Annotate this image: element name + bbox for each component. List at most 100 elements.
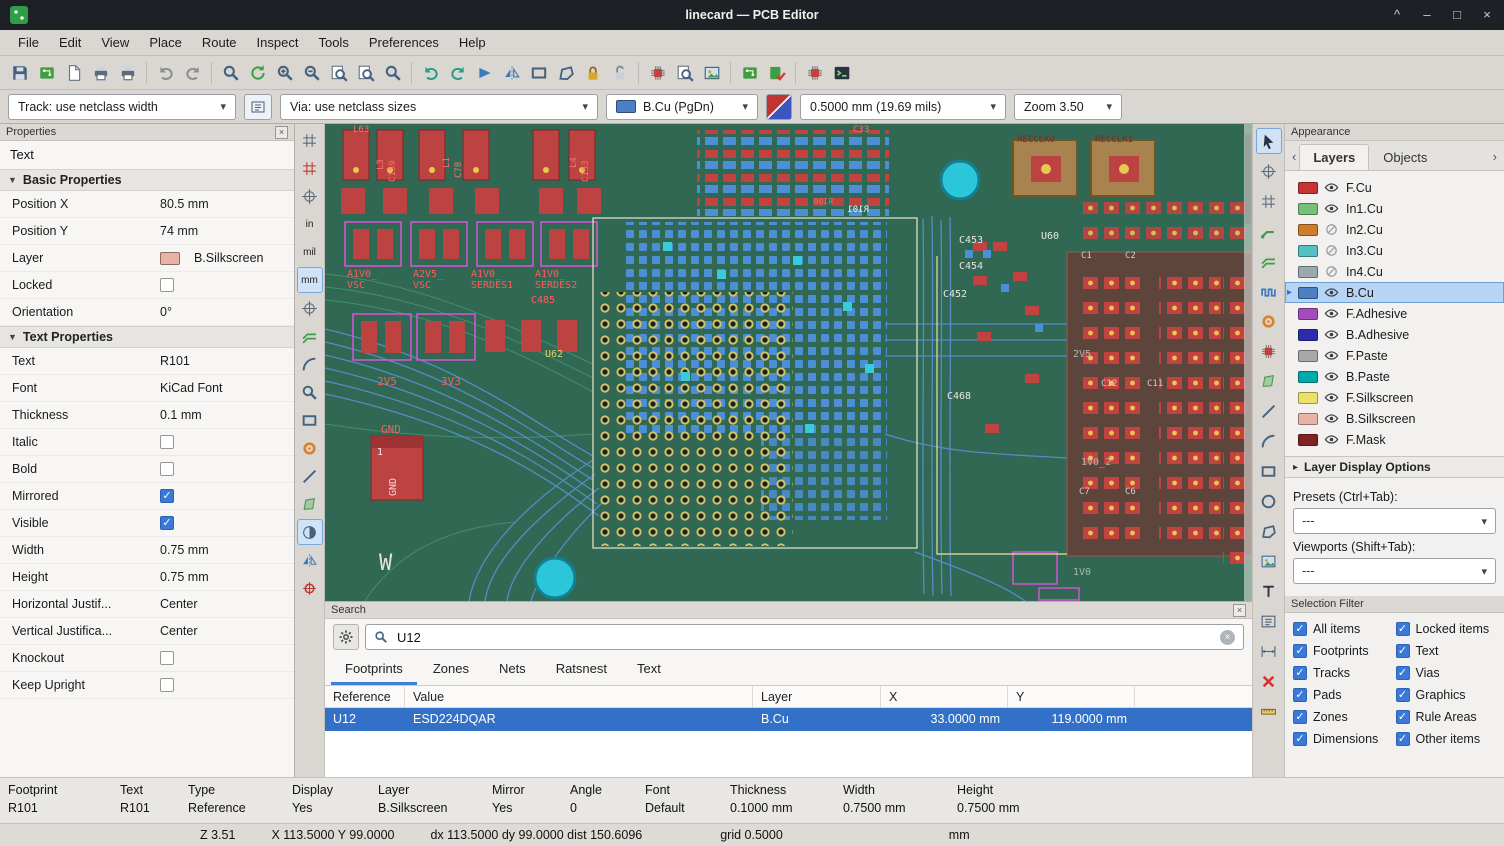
bold-checkbox[interactable]: [160, 462, 174, 476]
route-diff-pairs-button[interactable]: [1256, 248, 1282, 274]
layer-color-swatch[interactable]: [1298, 245, 1318, 257]
mirrored-checkbox[interactable]: [160, 489, 174, 503]
zoom-selection-button[interactable]: [379, 59, 406, 86]
checkbox[interactable]: [1396, 622, 1410, 636]
via-size-dropdown[interactable]: Via: use netclass sizes: [280, 94, 598, 120]
clear-search-icon[interactable]: [1220, 630, 1235, 645]
layer-color-swatch[interactable]: [1298, 329, 1318, 341]
layer-visibility-eye-icon[interactable]: [1324, 180, 1340, 196]
layer-color-swatch[interactable]: [1298, 392, 1318, 404]
zoom-in-button[interactable]: [271, 59, 298, 86]
dimensions-button[interactable]: [1256, 638, 1282, 664]
layer-color-swatch[interactable]: [1298, 413, 1318, 425]
grid-visibility-button[interactable]: [297, 127, 323, 153]
curved-ratsnest-button[interactable]: [297, 351, 323, 377]
checkbox[interactable]: [1396, 710, 1410, 724]
checkbox[interactable]: [1396, 688, 1410, 702]
grid-overrides-button[interactable]: [297, 155, 323, 181]
save-button[interactable]: [6, 59, 33, 86]
layer-row-in1-cu[interactable]: In1.Cu: [1285, 198, 1504, 219]
page-settings-button[interactable]: [60, 59, 87, 86]
pcb-canvas[interactable]: [325, 124, 1252, 601]
lock-button[interactable]: [579, 59, 606, 86]
sketch-pads-button[interactable]: [297, 407, 323, 433]
place-textbox-button[interactable]: [1256, 608, 1282, 634]
zoom-dropdown[interactable]: Zoom 3.50: [1014, 94, 1122, 120]
layer-visibility-eye-icon[interactable]: [1324, 390, 1340, 406]
measure-tool-button[interactable]: [1256, 698, 1282, 724]
filter-text[interactable]: Text: [1396, 644, 1497, 658]
layer-pair-button[interactable]: [766, 94, 792, 120]
draw-line-button[interactable]: [1256, 398, 1282, 424]
menu-help[interactable]: Help: [449, 32, 496, 53]
redo-button[interactable]: [179, 59, 206, 86]
checkbox[interactable]: [1396, 732, 1410, 746]
layer-visibility-eye-icon[interactable]: [1324, 264, 1340, 280]
filter-dimensions[interactable]: Dimensions: [1293, 732, 1394, 746]
net-highlight-button[interactable]: [297, 379, 323, 405]
rotate-ccw-button[interactable]: [417, 59, 444, 86]
filter-other-items[interactable]: Other items: [1396, 732, 1497, 746]
highlight-net-button[interactable]: [1256, 158, 1282, 184]
layer-color-swatch[interactable]: [1298, 182, 1318, 194]
layer-visibility-eye-icon[interactable]: [1324, 432, 1340, 448]
zoom-fit-page-button[interactable]: [325, 59, 352, 86]
units-mils-button[interactable]: mil: [297, 239, 323, 265]
layer-row-b-silkscreen[interactable]: B.Silkscreen: [1285, 408, 1504, 429]
pcb-canvas-area[interactable]: L63C33L3C159L1C78L4C153A1V0_ VSCA2V5_ VS…: [325, 124, 1252, 601]
draw-arc-button[interactable]: [1256, 428, 1282, 454]
unlock-button[interactable]: [606, 59, 633, 86]
minimize-button[interactable]: [1420, 0, 1434, 30]
checkbox[interactable]: [1293, 732, 1307, 746]
menu-preferences[interactable]: Preferences: [359, 32, 449, 53]
place-text-button[interactable]: [1256, 578, 1282, 604]
layer-row-in2-cu[interactable]: In2.Cu: [1285, 219, 1504, 240]
netclass-button[interactable]: [244, 94, 272, 120]
layer-row-b-adhesive[interactable]: B.Adhesive: [1285, 324, 1504, 345]
update-pcb-button[interactable]: [736, 59, 763, 86]
high-contrast-button[interactable]: [297, 519, 323, 545]
visible-checkbox[interactable]: [160, 516, 174, 530]
layer-row-f-cu[interactable]: F.Cu: [1285, 177, 1504, 198]
layer-color-swatch[interactable]: [1298, 266, 1318, 278]
checkbox[interactable]: [1293, 710, 1307, 724]
refresh-button[interactable]: [244, 59, 271, 86]
menu-route[interactable]: Route: [192, 32, 247, 53]
ungroup-button[interactable]: [552, 59, 579, 86]
layer-color-swatch[interactable]: [1298, 203, 1318, 215]
tab-nets[interactable]: Nets: [485, 656, 540, 685]
local-ratsnest-button[interactable]: [1256, 188, 1282, 214]
select-tool-button[interactable]: [1256, 128, 1282, 154]
knockout-checkbox[interactable]: [160, 651, 174, 665]
checkbox[interactable]: [1396, 666, 1410, 680]
checkbox[interactable]: [1293, 688, 1307, 702]
tab-scroll-left-icon[interactable]: ‹: [1289, 149, 1299, 170]
tab-objects[interactable]: Objects: [1369, 144, 1441, 170]
zoom-out-button[interactable]: [298, 59, 325, 86]
sketch-vias-button[interactable]: [297, 435, 323, 461]
tab-scroll-right-icon[interactable]: ›: [1490, 149, 1500, 170]
board-setup-button[interactable]: [33, 59, 60, 86]
search-input[interactable]: [395, 629, 1213, 646]
position-y-field[interactable]: 74 mm: [160, 224, 294, 238]
orientation-field[interactable]: 0°: [160, 305, 294, 319]
sketch-tracks-button[interactable]: [297, 463, 323, 489]
inspect-button[interactable]: [671, 59, 698, 86]
close-icon[interactable]: [275, 126, 288, 139]
presets-dropdown[interactable]: ---: [1293, 508, 1496, 534]
tab-zones[interactable]: Zones: [419, 656, 483, 685]
tab-ratsnest[interactable]: Ratsnest: [542, 656, 621, 685]
layer-row-f-paste[interactable]: F.Paste: [1285, 345, 1504, 366]
units-mm-button[interactable]: mm: [297, 267, 323, 293]
layer-visibility-eye-icon[interactable]: [1324, 327, 1340, 343]
layer-visibility-eye-icon[interactable]: [1324, 306, 1340, 322]
vertical-justify-field[interactable]: Center: [160, 624, 294, 638]
undo-button[interactable]: [152, 59, 179, 86]
maximize-button[interactable]: [1450, 0, 1464, 30]
position-x-field[interactable]: 80.5 mm: [160, 197, 294, 211]
menu-place[interactable]: Place: [139, 32, 192, 53]
layer-color-swatch[interactable]: [1298, 434, 1318, 446]
column-header-layer[interactable]: Layer: [753, 686, 881, 707]
menu-inspect[interactable]: Inspect: [247, 32, 309, 53]
draw-zone-button[interactable]: [1256, 368, 1282, 394]
